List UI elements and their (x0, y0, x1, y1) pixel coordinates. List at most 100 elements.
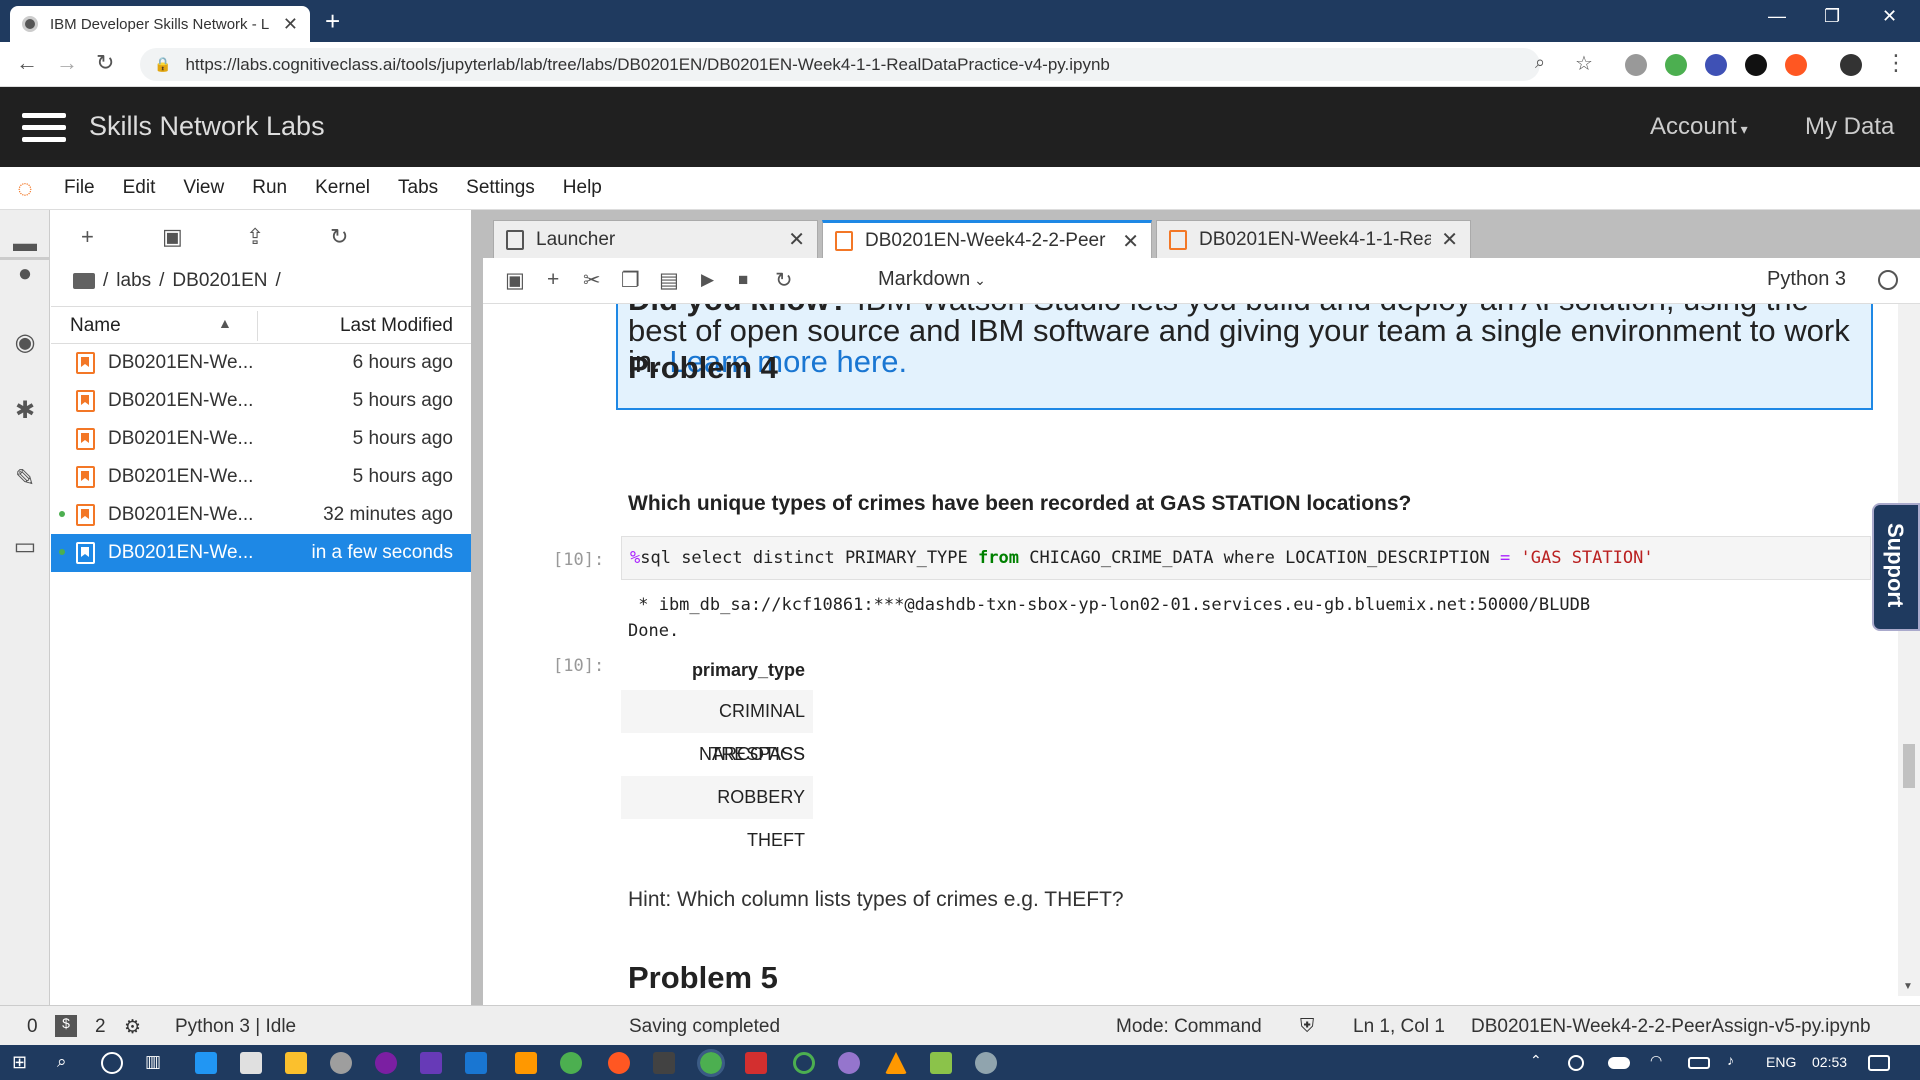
run-icon[interactable]: ▶ (701, 270, 714, 290)
terminal-count[interactable]: 0 (27, 1016, 38, 1038)
browser-tab[interactable]: IBM Developer Skills Network - L ✕ (10, 6, 310, 42)
file-row[interactable]: DB0201EN-We... 5 hours ago (51, 382, 471, 420)
file-row[interactable]: DB0201EN-We... 6 hours ago (51, 344, 471, 382)
support-tab[interactable]: Support (1872, 503, 1920, 631)
code-cell-editor[interactable]: %sql select distinct PRIMARY_TYPE from C… (621, 536, 1871, 580)
chrome-active-icon[interactable] (697, 1049, 725, 1077)
cut-icon[interactable]: ✂ (583, 268, 601, 293)
tab-real-data-practice[interactable]: DB0201EN-Week4-1-1-Reall ✕ (1156, 220, 1471, 258)
mail-icon[interactable] (240, 1052, 262, 1074)
file-browser-folder-icon[interactable]: ▬ (10, 230, 40, 260)
sublime-icon[interactable] (515, 1052, 537, 1074)
close-tab-icon[interactable]: ✕ (1441, 227, 1458, 252)
menu-view[interactable]: View (169, 177, 238, 199)
file-row[interactable]: DB0201EN-We... 5 hours ago (51, 420, 471, 458)
kernel-state[interactable]: Python 3 | Idle (175, 1016, 296, 1038)
chrome-icon[interactable] (560, 1052, 582, 1074)
vlc-icon[interactable] (885, 1052, 907, 1074)
paste-icon[interactable]: ▤ (659, 268, 679, 293)
new-launcher-icon[interactable]: + (81, 224, 94, 250)
language-indicator[interactable]: ENG (1766, 1054, 1796, 1070)
tray-chevron-icon[interactable]: ⌃ (1530, 1052, 1552, 1074)
account-menu[interactable]: Account ▾ (1650, 113, 1748, 141)
restore-button[interactable]: ❐ (1824, 6, 1840, 27)
forward-button[interactable]: → (56, 50, 78, 76)
panel-splitter[interactable] (471, 210, 483, 1005)
name-column-header[interactable]: Name (70, 315, 121, 337)
search-icon[interactable]: ⌕ (57, 1052, 79, 1074)
palette-icon[interactable]: ✱ (10, 396, 40, 426)
app-icon[interactable] (375, 1052, 397, 1074)
hamburger-menu-icon[interactable] (22, 113, 66, 145)
tab-peer-assign[interactable]: DB0201EN-Week4-2-2-Peer ✕ (822, 220, 1152, 259)
menu-edit[interactable]: Edit (109, 177, 170, 199)
close-window-button[interactable]: ✕ (1882, 6, 1897, 27)
github-icon[interactable]: ● (10, 260, 40, 290)
app-icon[interactable] (975, 1052, 997, 1074)
file-explorer-icon[interactable] (285, 1052, 307, 1074)
notebook-scrollbar[interactable]: ▼ (1898, 304, 1920, 996)
tray-record-icon[interactable] (1568, 1055, 1584, 1071)
tab-launcher[interactable]: Launcher ✕ (493, 220, 818, 258)
app-icon[interactable] (793, 1052, 815, 1074)
task-view-icon[interactable]: ▥ (145, 1052, 167, 1074)
trust-shield-icon[interactable]: ⛨ (1300, 1016, 1314, 1038)
new-tab-button[interactable]: + (325, 6, 340, 36)
extension-icon[interactable] (1785, 54, 1807, 76)
back-button[interactable]: ← (16, 50, 38, 76)
breadcrumb-db0201en[interactable]: DB0201EN (172, 270, 267, 292)
battery-icon[interactable] (1688, 1057, 1710, 1069)
onedrive-icon[interactable] (1608, 1057, 1630, 1069)
notifications-icon[interactable] (1868, 1055, 1890, 1071)
file-row-selected[interactable]: DB0201EN-We... in a few seconds (51, 534, 471, 572)
browser-menu-icon[interactable]: ⋮ (1885, 50, 1907, 76)
menu-kernel[interactable]: Kernel (301, 177, 384, 199)
save-icon[interactable]: ▣ (505, 268, 525, 293)
menu-tabs[interactable]: Tabs (384, 177, 452, 199)
cell-type-select[interactable]: Markdown ⌄ (878, 268, 986, 291)
breadcrumb-labs[interactable]: labs (116, 270, 151, 292)
url-field[interactable]: 🔒 https://labs.cognitiveclass.ai/tools/j… (140, 48, 1540, 81)
insert-cell-icon[interactable]: + (547, 268, 559, 292)
extension-icon[interactable] (1665, 54, 1687, 76)
volume-icon[interactable]: ♪ (1727, 1052, 1749, 1074)
close-tab-icon[interactable]: ✕ (788, 227, 805, 252)
bookmark-star-icon[interactable]: ☆ (1575, 51, 1593, 76)
kernel-count[interactable]: 2 (95, 1016, 106, 1038)
minimize-button[interactable]: — (1768, 6, 1786, 27)
upload-icon[interactable]: ⇪ (246, 224, 264, 250)
cursor-position[interactable]: Ln 1, Col 1 (1353, 1016, 1445, 1038)
extension-icon[interactable] (1745, 54, 1767, 76)
running-sessions-icon[interactable]: ◉ (10, 328, 40, 358)
menu-help[interactable]: Help (549, 177, 616, 199)
stop-icon[interactable]: ■ (738, 270, 748, 290)
reload-button[interactable]: ↻ (96, 50, 114, 76)
new-folder-icon[interactable]: ▣ (162, 224, 183, 250)
acrobat-icon[interactable] (745, 1052, 767, 1074)
visual-studio-icon[interactable] (420, 1052, 442, 1074)
wifi-icon[interactable]: ◠ (1650, 1052, 1672, 1074)
cortana-icon[interactable] (101, 1052, 123, 1074)
terminal-app-icon[interactable] (653, 1052, 675, 1074)
app-icon[interactable] (930, 1052, 952, 1074)
last-modified-column-header[interactable]: Last Modified (340, 315, 453, 337)
profile-avatar[interactable] (1840, 54, 1862, 76)
close-tab-icon[interactable]: ✕ (1122, 229, 1139, 254)
vscode-icon[interactable] (465, 1052, 487, 1074)
kernel-name[interactable]: Python 3 (1767, 268, 1846, 291)
app-icon[interactable] (330, 1052, 352, 1074)
clock[interactable]: 02:53 (1812, 1054, 1847, 1070)
refresh-icon[interactable]: ↻ (330, 224, 348, 250)
app-icon[interactable] (838, 1052, 860, 1074)
windows-start-icon[interactable]: ⊞ (12, 1052, 34, 1074)
folder-icon[interactable] (73, 273, 95, 289)
restart-kernel-icon[interactable]: ↻ (775, 268, 793, 293)
menu-run[interactable]: Run (238, 177, 301, 199)
tabs-panel-icon[interactable]: ▭ (10, 532, 40, 562)
file-row[interactable]: DB0201EN-We... 32 minutes ago (51, 496, 471, 534)
scrollbar-thumb[interactable] (1903, 744, 1915, 788)
zoom-icon[interactable]: ⌕ (1535, 52, 1545, 73)
copy-icon[interactable]: ❐ (621, 268, 640, 293)
menu-settings[interactable]: Settings (452, 177, 549, 199)
firefox-icon[interactable] (608, 1052, 630, 1074)
